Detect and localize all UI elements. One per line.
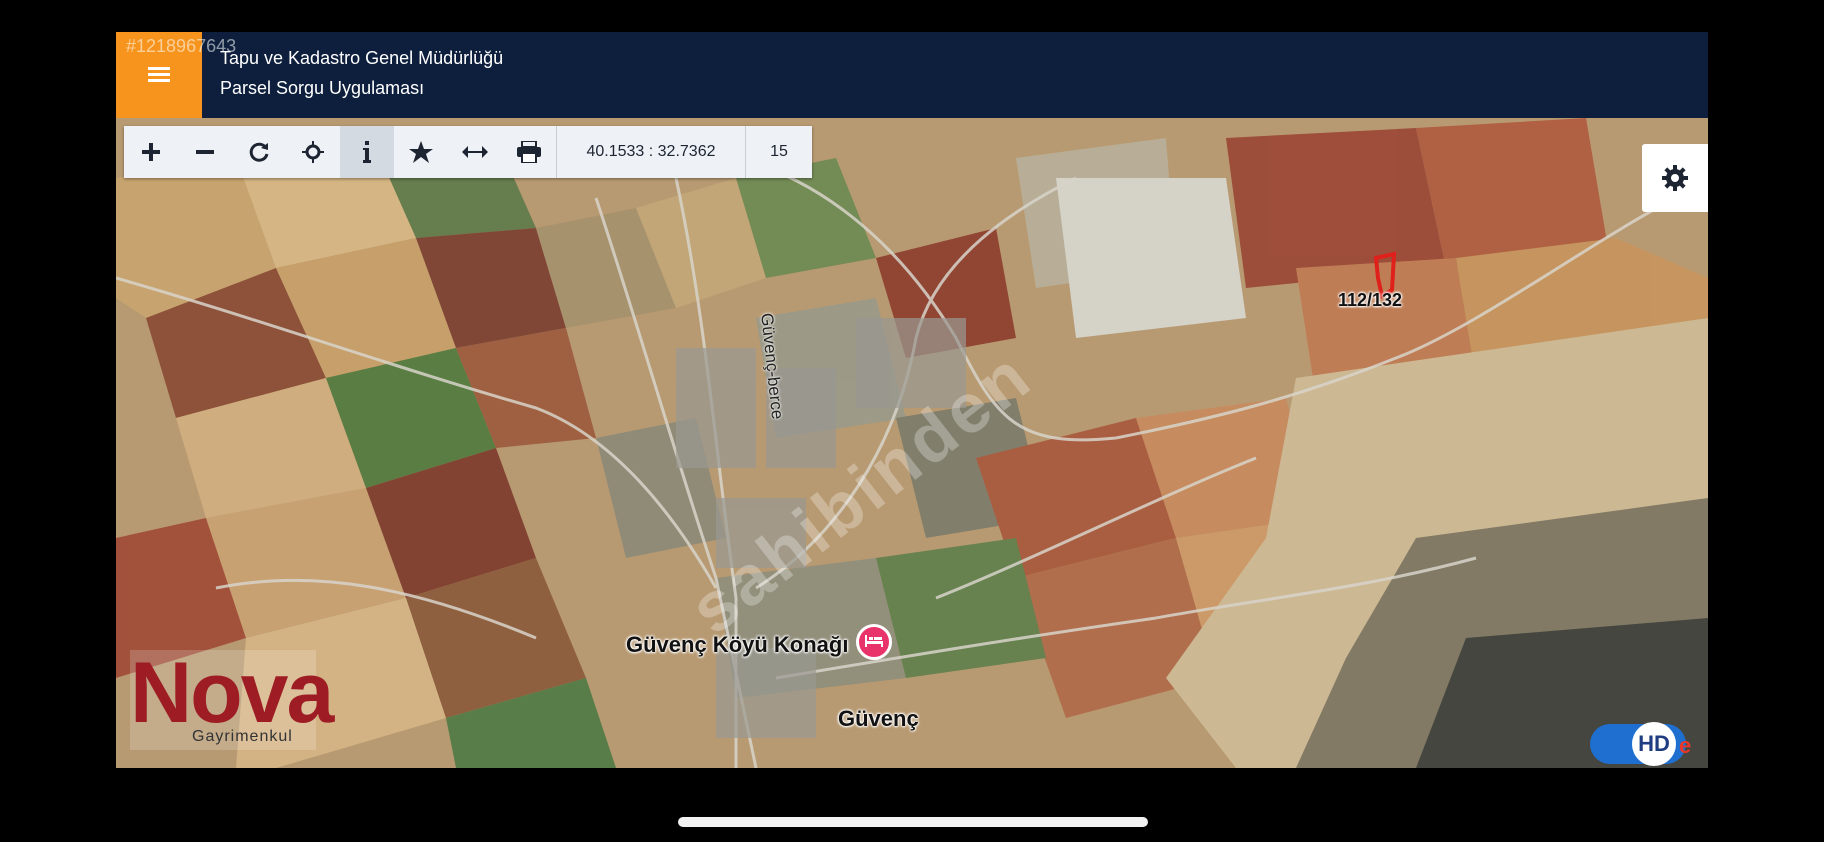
print-button[interactable]	[502, 126, 556, 178]
parcel-query-app: sahibinden Güvenç-berce 112/132 Güvenç K…	[116, 32, 1708, 768]
app-subtitle: Parsel Sorgu Uygulaması	[220, 78, 425, 98]
locate-button[interactable]	[286, 126, 340, 178]
nova-logo: Nova Gayrimenkul	[130, 645, 334, 750]
app-header: #1218967643 Tapu ve Kadastro Genel Müdür…	[116, 32, 1708, 118]
measure-button[interactable]	[448, 126, 502, 178]
zoom-out-button[interactable]	[178, 126, 232, 178]
logo-subtitle: Gayrimenkul	[192, 728, 293, 745]
zoom-level-display: 15	[745, 126, 812, 178]
menu-icon	[148, 67, 170, 83]
hd-toggle-knob[interactable]: HD	[1632, 722, 1676, 766]
poi-label[interactable]: Güvenç Köyü Konağı	[626, 632, 848, 658]
town-label[interactable]: Güvenç	[838, 706, 919, 732]
arrows-horizontal-icon	[462, 146, 488, 158]
home-indicator[interactable]	[678, 817, 1148, 827]
info-button[interactable]	[340, 126, 394, 178]
favorite-button[interactable]	[394, 126, 448, 178]
zoom-in-button[interactable]	[124, 126, 178, 178]
refresh-icon	[249, 142, 269, 162]
plus-icon	[142, 143, 160, 161]
info-icon	[363, 141, 371, 163]
minus-icon	[196, 150, 214, 154]
settings-button[interactable]	[1642, 144, 1708, 212]
crosshair-icon	[302, 141, 324, 163]
app-title: Tapu ve Kadastro Genel Müdürlüğü	[220, 48, 504, 68]
print-icon	[517, 141, 541, 163]
bed-icon	[865, 633, 883, 652]
poi-marker[interactable]	[856, 624, 892, 660]
refresh-button[interactable]	[232, 126, 286, 178]
coordinates-display: 40.1533 : 32.7362	[556, 126, 745, 178]
gear-icon	[1662, 165, 1688, 191]
map-toolbar: 40.1533 : 32.7362 15	[124, 126, 812, 178]
star-icon	[409, 141, 433, 163]
parcel-label[interactable]: 112/132	[1338, 290, 1402, 311]
hd-badge: e	[1679, 733, 1692, 758]
